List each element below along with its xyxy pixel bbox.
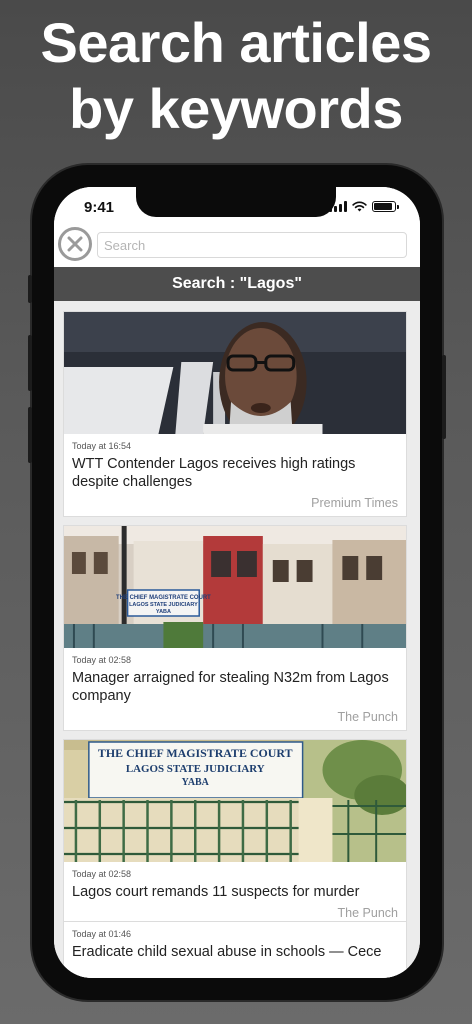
volume-down-button bbox=[28, 407, 32, 463]
article-card[interactable]: Today at 01:46 Eradicate child sexual ab… bbox=[63, 921, 407, 978]
search-results-header: Search : "Lagos" bbox=[54, 267, 420, 301]
promo-line-2: by keywords bbox=[69, 77, 403, 140]
close-search-button[interactable] bbox=[58, 227, 92, 261]
power-button bbox=[442, 355, 446, 439]
court-sign-location: YABA bbox=[182, 777, 210, 788]
article-time: Today at 01:46 bbox=[72, 929, 132, 939]
court-sign-subtitle: LAGOS STATE JUDICIARY bbox=[126, 763, 265, 775]
article-time: Today at 16:54 bbox=[72, 441, 132, 451]
status-icons bbox=[329, 201, 399, 212]
search-row bbox=[54, 217, 420, 267]
promo-line-1: Search articles bbox=[40, 11, 432, 74]
battery-icon bbox=[372, 201, 399, 212]
court-sign-title: THE CHIEF MAGISTRATE COURT bbox=[98, 746, 293, 760]
wifi-icon bbox=[352, 201, 367, 212]
article-title[interactable]: Lagos court remands 11 suspects for murd… bbox=[64, 879, 406, 901]
article-time: Today at 02:58 bbox=[72, 869, 132, 879]
article-title[interactable]: WTT Contender Lagos receives high rating… bbox=[64, 451, 406, 491]
phone-frame: 9:41 Search Search: "Lagos" Today at 16… bbox=[28, 165, 446, 1000]
search-input[interactable] bbox=[97, 232, 407, 258]
silent-switch bbox=[28, 275, 32, 303]
court-sign-text-2: LAGOS STATE JUDICIARY bbox=[129, 602, 198, 608]
app-screen: 9:41 Search Search: "Lagos" Today at 16… bbox=[54, 187, 420, 978]
battery-level-fill bbox=[374, 203, 392, 210]
article-card[interactable]: Today at 16:54 WTT Contender Lagos recei… bbox=[63, 311, 407, 517]
notch bbox=[136, 187, 336, 217]
close-icon bbox=[67, 236, 83, 252]
article-image-court-sign: THE CHIEF MAGISTRATE COURT LAGOS STATE J… bbox=[64, 740, 406, 862]
article-feed[interactable]: Today at 16:54 WTT Contender Lagos recei… bbox=[54, 301, 420, 978]
volume-up-button bbox=[28, 335, 32, 391]
promo-headline: Search articles by keywords bbox=[0, 10, 472, 142]
article-source: The Punch bbox=[337, 710, 398, 724]
article-card[interactable]: THE CHIEF MAGISTRATE COURT LAGOS STATE J… bbox=[63, 525, 407, 731]
court-sign-text-3: YABA bbox=[156, 609, 171, 615]
article-image-portrait bbox=[64, 312, 406, 434]
article-time: Today at 02:58 bbox=[72, 655, 132, 665]
article-card[interactable]: THE CHIEF MAGISTRATE COURT LAGOS STATE J… bbox=[63, 739, 407, 927]
status-time: 9:41 bbox=[84, 199, 115, 216]
article-image-court-building: THE CHIEF MAGISTRATE COURT LAGOS STATE J… bbox=[64, 526, 406, 648]
article-source: Premium Times bbox=[311, 496, 398, 510]
article-title[interactable]: Manager arraigned for stealing N32m from… bbox=[64, 665, 406, 705]
search-results-title: Search : "Lagos" bbox=[172, 275, 302, 292]
court-sign-text-1: THE CHIEF MAGISTRATE COURT bbox=[116, 595, 211, 601]
article-title[interactable]: Eradicate child sexual abuse in schools … bbox=[64, 939, 406, 961]
